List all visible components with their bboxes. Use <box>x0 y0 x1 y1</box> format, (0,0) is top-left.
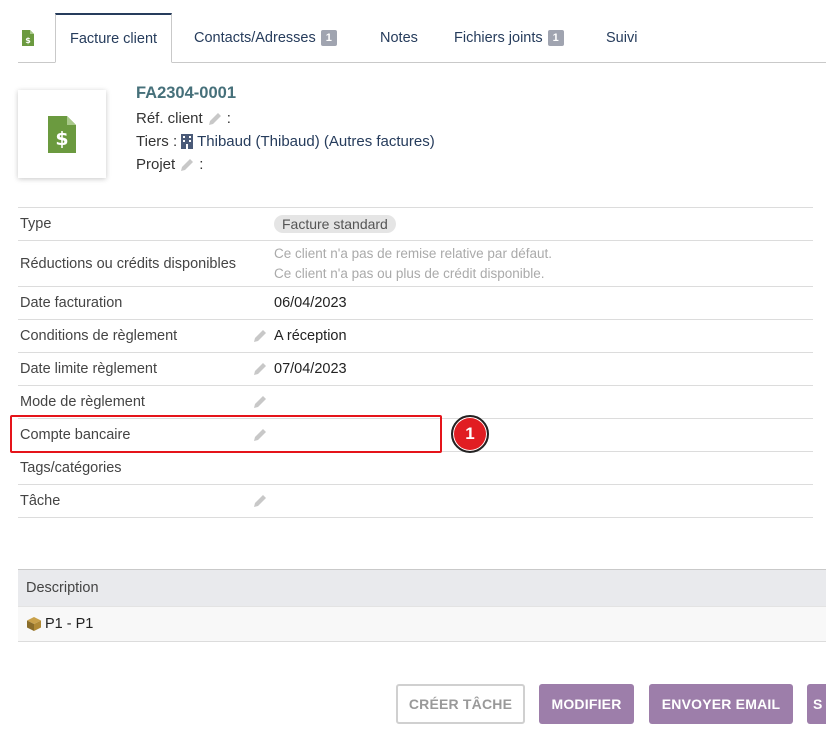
field-row-type: Type Facture standard <box>18 208 813 241</box>
invoice-lines-table: Description P1 - P1 <box>18 569 826 642</box>
column-header-description: Description <box>26 580 99 596</box>
ref-client-line: Réf. client : <box>136 110 231 127</box>
lines-header: Description <box>18 569 826 606</box>
field-value: Ce client n'a pas de remise relative par… <box>274 244 552 284</box>
field-label: Mode de règlement <box>20 394 145 410</box>
field-row-tags: Tags/catégories <box>18 452 813 485</box>
count-badge: 1 <box>547 30 564 46</box>
field-row-conditions: Conditions de règlement A réception <box>18 320 813 353</box>
tab-bar: $ Facture client Contacts/Adresses 1 Not… <box>18 13 826 63</box>
tab-suivi[interactable]: Suivi <box>606 13 637 63</box>
building-icon <box>181 134 194 149</box>
field-value: 06/04/2023 <box>274 295 347 311</box>
type-pill: Facture standard <box>274 214 396 233</box>
field-row-date-facturation: Date facturation 06/04/2023 <box>18 287 813 320</box>
invoice-fields-table: Type Facture standard Réductions ou créd… <box>18 207 813 518</box>
product-box-icon <box>27 617 41 631</box>
svg-text:$: $ <box>25 36 31 45</box>
field-label: Date limite règlement <box>20 361 157 377</box>
field-value: A réception <box>274 328 347 344</box>
field-label: Tâche <box>20 493 61 509</box>
highlight-box <box>10 415 442 453</box>
modifier-button[interactable]: MODIFIER <box>539 684 634 724</box>
ref-client-label: Réf. client <box>136 110 203 127</box>
pencil-icon[interactable] <box>252 328 268 344</box>
tiers-label: Tiers : <box>136 133 178 150</box>
product-link[interactable]: P1 - P1 <box>45 616 93 632</box>
field-row-tache: Tâche <box>18 485 813 518</box>
pencil-icon[interactable] <box>179 157 195 173</box>
colon: : <box>199 156 204 173</box>
svg-text:$: $ <box>55 128 68 150</box>
count-badge: 1 <box>320 30 337 46</box>
tab-fichiers-joints[interactable]: Fichiers joints 1 <box>454 13 564 63</box>
tiers-line: Tiers : Thibaud (Thibaud) (Autres factur… <box>136 133 435 150</box>
field-label: Tags/catégories <box>20 460 122 476</box>
field-label: Date facturation <box>20 295 123 311</box>
reductions-line: Ce client n'a pas ou plus de crédit disp… <box>274 265 545 281</box>
field-label: Réductions ou crédits disponibles <box>20 255 237 272</box>
pencil-icon[interactable] <box>252 493 268 509</box>
tab-invoice-icon[interactable]: $ <box>18 13 38 63</box>
tab-label: Notes <box>380 30 418 46</box>
pencil-icon[interactable] <box>252 361 268 377</box>
next-action-button[interactable]: S <box>807 684 826 724</box>
tab-notes[interactable]: Notes <box>380 13 418 63</box>
tab-label: Suivi <box>606 30 638 46</box>
annotation-badge: 1 <box>451 415 489 453</box>
table-row[interactable]: P1 - P1 <box>18 606 826 642</box>
field-label: Type <box>20 216 52 232</box>
field-value: Facture standard <box>274 214 396 233</box>
tab-label: Contacts/Adresses <box>194 30 316 46</box>
projet-label: Projet <box>136 156 176 173</box>
creer-tache-button[interactable]: CRÉER TÂCHE <box>396 684 525 724</box>
pencil-icon[interactable] <box>207 111 223 127</box>
invoice-icon: $ <box>22 30 34 46</box>
field-row-date-limite: Date limite règlement 07/04/2023 <box>18 353 813 386</box>
tab-label: Facture client <box>70 30 158 47</box>
field-label: Conditions de règlement <box>20 328 178 344</box>
invoice-document-icon: $ <box>48 115 76 153</box>
reductions-line: Ce client n'a pas de remise relative par… <box>274 245 552 261</box>
invoice-ref[interactable]: FA2304-0001 <box>136 84 236 103</box>
field-value: 07/04/2023 <box>274 361 347 377</box>
field-row-reductions: Réductions ou crédits disponibles Ce cli… <box>18 241 813 287</box>
tab-label: Fichiers joints <box>454 30 543 46</box>
tab-facture-client[interactable]: Facture client <box>55 13 173 63</box>
pencil-icon[interactable] <box>252 394 268 410</box>
tab-contacts-adresses[interactable]: Contacts/Adresses 1 <box>194 13 337 63</box>
colon: : <box>226 110 231 127</box>
tiers-link[interactable]: Thibaud (Thibaud) (Autres factures) <box>197 133 435 150</box>
projet-line: Projet : <box>136 156 203 173</box>
invoice-thumbnail: $ <box>18 90 106 178</box>
envoyer-email-button[interactable]: ENVOYER EMAIL <box>649 684 793 724</box>
